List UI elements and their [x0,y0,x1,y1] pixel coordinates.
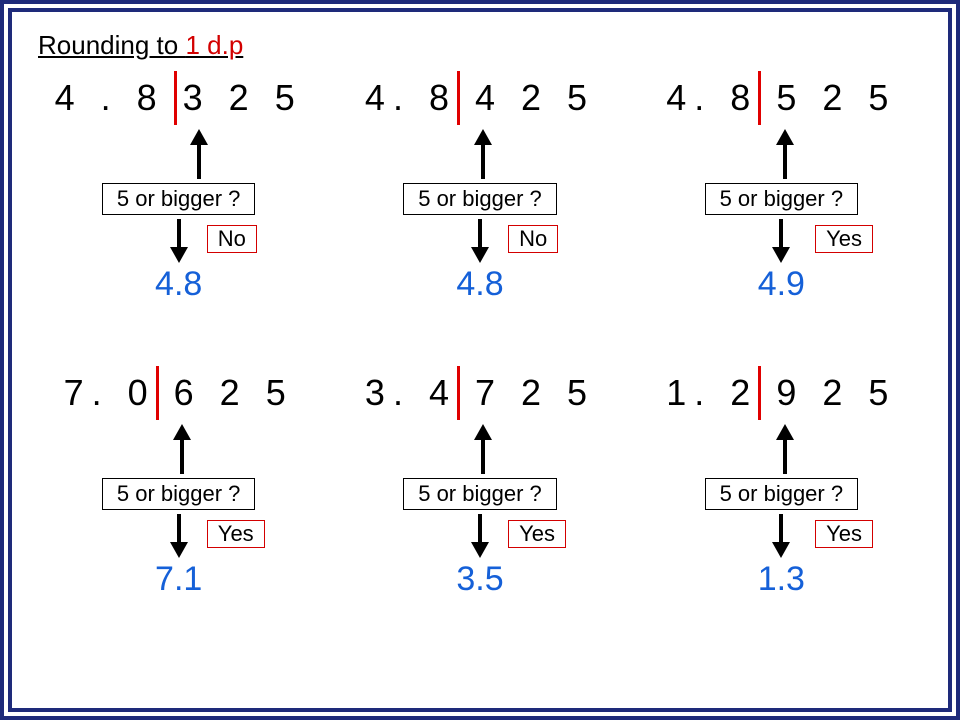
number-wrap: 4 . 8 3 2 5 [55,77,303,127]
question-box: 5 or bigger ? [102,183,256,215]
number-wrap: 4. 8 4 2 5 [365,77,595,127]
arrow-down-icon [170,514,188,558]
number-text: 3. 4 7 2 5 [365,372,595,413]
number-wrap: 7. 0 6 2 5 [64,372,294,422]
answer-row: Yes [38,514,319,558]
question-box: 5 or bigger ? [403,183,557,215]
cut-line [156,366,159,420]
answer-box: Yes [508,520,566,548]
number-text: 4. 8 4 2 5 [365,77,595,118]
answer-row: Yes [339,514,620,558]
cut-line [457,366,460,420]
title-prefix: Rounding to [38,30,185,60]
answer-box: Yes [815,520,873,548]
title-dp: 1 d.p [185,30,243,60]
example-cell: 3. 4 7 2 5 5 or bigger ? Yes 3.5 [339,366,620,661]
arrow-up-icon [474,424,492,474]
answer-row: Yes [641,219,922,263]
result-text: 7.1 [155,560,202,599]
result-text: 3.5 [456,560,503,599]
answer-box: No [207,225,257,253]
answer-box: No [508,225,558,253]
arrow-down-icon [471,219,489,263]
result-text: 4.8 [456,265,503,304]
arrow-down-icon [170,219,188,263]
arrow-up-icon [776,424,794,474]
arrow-up-icon [474,129,492,179]
arrow-down-icon [772,219,790,263]
question-box: 5 or bigger ? [705,478,859,510]
example-cell: 4. 8 4 2 5 5 or bigger ? No 4.8 [339,71,620,366]
answer-box: Yes [815,225,873,253]
arrow-up-icon [173,424,191,474]
result-text: 4.9 [758,265,805,304]
cut-line [758,71,761,125]
answer-row: No [38,219,319,263]
arrow-up-icon [190,129,208,179]
cut-line [758,366,761,420]
question-box: 5 or bigger ? [102,478,256,510]
example-cell: 4 . 8 3 2 5 5 or bigger ? No 4.8 [38,71,319,366]
number-text: 4 . 8 3 2 5 [55,77,303,118]
outer-frame: Rounding to 1 d.p 4 . 8 3 2 5 5 or bigge… [0,0,960,720]
answer-box: Yes [207,520,265,548]
inner-frame: Rounding to 1 d.p 4 . 8 3 2 5 5 or bigge… [8,8,952,712]
number-wrap: 3. 4 7 2 5 [365,372,595,422]
question-box: 5 or bigger ? [403,478,557,510]
number-wrap: 4. 8 5 2 5 [666,77,896,127]
example-cell: 1. 2 9 2 5 5 or bigger ? Yes 1.3 [641,366,922,661]
example-cell: 7. 0 6 2 5 5 or bigger ? Yes 7.1 [38,366,319,661]
result-text: 1.3 [758,560,805,599]
answer-row: No [339,219,620,263]
page-title: Rounding to 1 d.p [38,30,922,61]
examples-grid: 4 . 8 3 2 5 5 or bigger ? No 4.8 [38,71,922,661]
number-text: 4. 8 5 2 5 [666,77,896,118]
cut-line [457,71,460,125]
cut-line [174,71,177,125]
example-cell: 4. 8 5 2 5 5 or bigger ? Yes 4.9 [641,71,922,366]
arrow-up-icon [776,129,794,179]
number-wrap: 1. 2 9 2 5 [666,372,896,422]
question-box: 5 or bigger ? [705,183,859,215]
number-text: 7. 0 6 2 5 [64,372,294,413]
result-text: 4.8 [155,265,202,304]
arrow-down-icon [772,514,790,558]
number-text: 1. 2 9 2 5 [666,372,896,413]
answer-row: Yes [641,514,922,558]
arrow-down-icon [471,514,489,558]
